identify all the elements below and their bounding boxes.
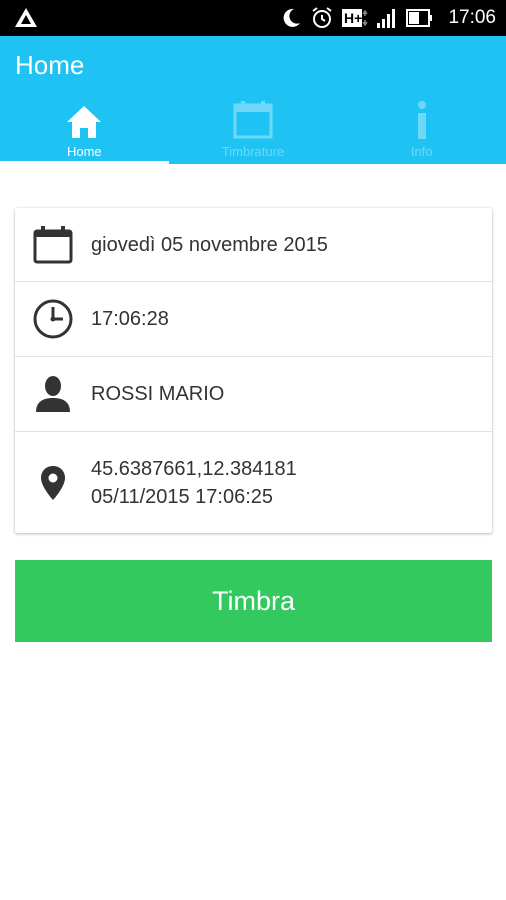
user-icon — [15, 376, 91, 412]
date-text: giovedì 05 novembre 2015 — [91, 233, 328, 256]
date-row: giovedì 05 novembre 2015 — [15, 208, 492, 282]
calendar-icon — [232, 96, 274, 140]
moon-icon — [280, 7, 302, 29]
app-notification-icon — [14, 7, 38, 34]
user-row: ROSSI MARIO — [15, 357, 492, 432]
signal-icon — [376, 7, 398, 29]
tab-timbrature-label: Timbrature — [221, 144, 285, 159]
location-row: 45.6387661,12.384181 05/11/2015 17:06:25 — [15, 432, 492, 533]
svg-text:H+: H+ — [344, 10, 362, 26]
tab-timbrature[interactable]: Timbrature — [169, 96, 338, 164]
active-tab-indicator — [0, 161, 169, 164]
tab-home-label: Home — [66, 144, 102, 159]
battery-icon — [406, 8, 434, 28]
network-type-icon: H+ — [342, 7, 369, 29]
location-timestamp: 05/11/2015 17:06:25 — [91, 485, 274, 508]
tab-info-label: Info — [410, 144, 433, 159]
status-bar: H+ 17:06 — [0, 0, 506, 36]
map-pin-icon — [15, 465, 91, 501]
tab-bar: Home Timbrature Info — [0, 96, 506, 164]
alarm-icon — [310, 6, 334, 30]
coordinates-text: 45.6387661,12.384181 — [91, 457, 297, 480]
info-card: giovedì 05 novembre 2015 17:06:28 ROSSI … — [15, 208, 492, 533]
tab-info[interactable]: Info — [337, 96, 506, 164]
user-name: ROSSI MARIO — [91, 383, 225, 405]
calendar-icon — [15, 225, 91, 264]
home-icon — [66, 96, 102, 140]
page-title: Home — [15, 50, 85, 80]
app-bar: Home Home Timbrature Info — [0, 36, 506, 164]
location-text: 45.6387661,12.384181 05/11/2015 17:06:25 — [91, 455, 297, 511]
clock-icon — [15, 298, 91, 340]
status-time: 17:06 — [448, 7, 496, 28]
time-text: 17:06:28 — [91, 308, 169, 330]
tab-home[interactable]: Home — [0, 96, 169, 164]
timbra-button[interactable]: Timbra — [15, 560, 492, 642]
info-icon — [414, 96, 430, 140]
time-row: 17:06:28 — [15, 282, 492, 357]
